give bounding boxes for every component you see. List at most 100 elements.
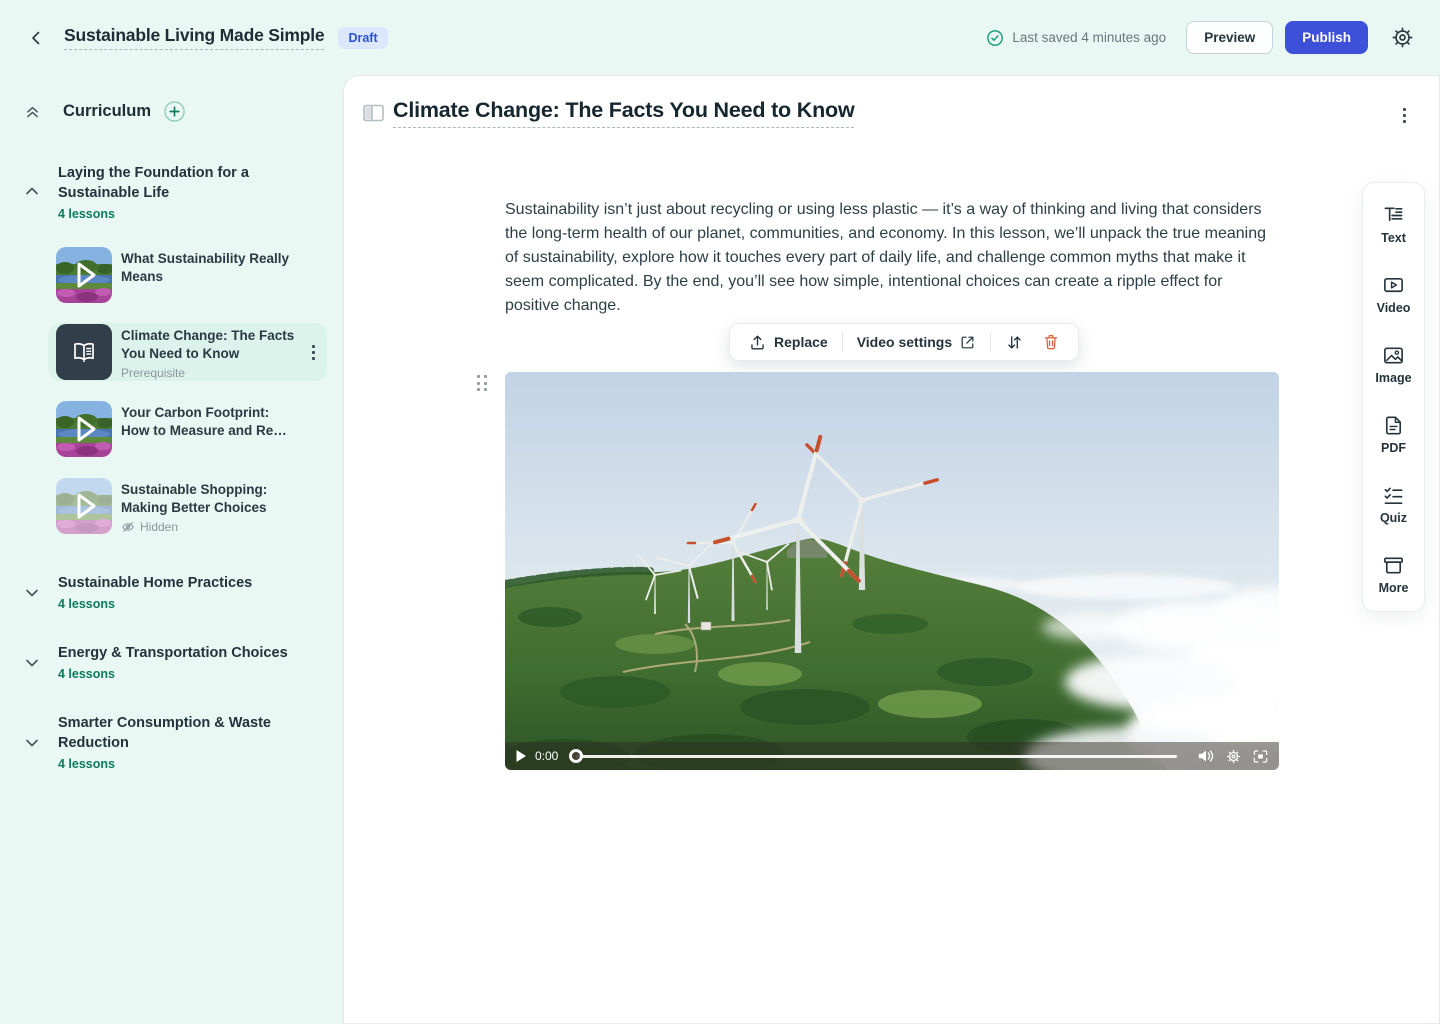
volume-icon[interactable] <box>1197 748 1215 764</box>
lesson-options-button[interactable] <box>308 341 319 364</box>
section-lesson-count: 4 lessons <box>58 757 324 771</box>
add-pdf-block-button[interactable]: PDF <box>1381 414 1406 455</box>
replace-video-button[interactable]: Replace <box>744 333 832 352</box>
palette-label: Video <box>1377 301 1411 315</box>
pdf-block-icon <box>1382 414 1405 437</box>
toolbar-divider <box>842 332 843 352</box>
landscape-thumbnail-image <box>56 401 112 457</box>
lesson-badge: Hidden <box>140 520 178 534</box>
section-header-smarter-consumption[interactable]: Smarter Consumption & Waste Reduction 4 … <box>24 713 324 771</box>
palette-label: More <box>1379 581 1409 595</box>
fullscreen-icon[interactable] <box>1252 749 1269 764</box>
image-block-icon <box>1382 344 1405 367</box>
section-lesson-count: 4 lessons <box>58 597 324 611</box>
palette-label: PDF <box>1381 441 1406 455</box>
section-lesson-count: 4 lessons <box>58 207 324 221</box>
block-drag-handle[interactable] <box>477 375 487 391</box>
video-settings-label: Video settings <box>857 334 952 350</box>
external-link-icon <box>959 334 976 351</box>
move-block-button[interactable] <box>1001 333 1028 352</box>
chevron-down-icon[interactable] <box>24 735 40 751</box>
trash-icon <box>1042 333 1060 351</box>
delete-block-button[interactable] <box>1038 333 1064 351</box>
lesson-title: What Sustainability Really Means <box>121 250 299 286</box>
section-title: Laying the Foundation for a Sustainable … <box>58 163 298 203</box>
reading-lesson-icon-box <box>56 324 112 380</box>
video-settings-gear-icon[interactable] <box>1225 748 1242 765</box>
palette-label: Quiz <box>1380 511 1407 525</box>
open-book-icon <box>71 339 97 365</box>
landscape-thumbnail-image <box>56 247 112 303</box>
section-lesson-count: 4 lessons <box>58 667 324 681</box>
lesson-title: Climate Change: The Facts You Need to Kn… <box>121 327 299 363</box>
curriculum-sidebar: Curriculum Laying the Foundation for a S… <box>0 75 343 1024</box>
lesson-title: Sustainable Shopping: Making Better Choi… <box>121 481 299 517</box>
plus-circle-icon <box>163 100 186 123</box>
video-progress-knob[interactable] <box>569 749 583 763</box>
lesson-video-player[interactable]: 0:00 <box>505 372 1279 770</box>
add-section-button[interactable] <box>163 100 186 123</box>
last-saved-status: Last saved 4 minutes ago <box>986 29 1166 47</box>
more-blocks-button[interactable]: More <box>1379 554 1409 595</box>
quiz-checklist-icon <box>1382 484 1405 507</box>
add-image-block-button[interactable]: Image <box>1375 344 1411 385</box>
course-title[interactable]: Sustainable Living Made Simple <box>64 25 324 50</box>
landscape-thumbnail-image <box>56 478 112 534</box>
chevron-down-icon[interactable] <box>24 585 40 601</box>
toolbar-divider <box>990 332 991 352</box>
eye-off-icon <box>121 520 135 534</box>
collapse-all-button[interactable] <box>24 103 41 120</box>
palette-label: Text <box>1381 231 1406 245</box>
lesson-video-thumbnail <box>56 401 112 457</box>
last-saved-text: Last saved 4 minutes ago <box>1012 30 1166 45</box>
check-circle-icon <box>986 29 1004 47</box>
more-blocks-icon <box>1382 554 1405 577</box>
chevron-up-icon[interactable] <box>24 183 40 199</box>
lesson-item-carbon-footprint[interactable]: Your Carbon Footprint: How to Measure an… <box>56 401 327 457</box>
text-block-icon <box>1382 204 1405 227</box>
chevron-down-icon[interactable] <box>24 655 40 671</box>
lesson-item-what-sustainability[interactable]: What Sustainability Really Means <box>56 247 327 303</box>
back-button[interactable] <box>24 26 48 50</box>
chevron-left-icon <box>28 30 44 46</box>
settings-button[interactable] <box>1390 25 1416 51</box>
play-button[interactable] <box>515 749 527 763</box>
upload-icon <box>748 333 767 352</box>
section-title: Energy & Transportation Choices <box>58 643 298 663</box>
lesson-title: Your Carbon Footprint: How to Measure an… <box>121 404 299 440</box>
add-text-block-button[interactable]: Text <box>1381 204 1406 245</box>
lesson-item-climate-change-selected[interactable]: Climate Change: The Facts You Need to Kn… <box>48 323 327 381</box>
block-palette: Text Video Image PDF <box>1362 182 1425 612</box>
video-block-toolbar: Replace Video settings <box>729 323 1079 361</box>
section-header-energy-transport[interactable]: Energy & Transportation Choices 4 lesson… <box>24 643 324 681</box>
double-chevron-up-icon <box>24 103 41 120</box>
gear-icon <box>1390 25 1415 50</box>
lesson-intro-text-block[interactable]: Sustainability isn’t just about recyclin… <box>505 198 1281 318</box>
section-title: Sustainable Home Practices <box>58 573 298 593</box>
replace-label: Replace <box>774 334 828 350</box>
panel-layout-icon <box>363 104 384 122</box>
palette-label: Image <box>1375 371 1411 385</box>
section-header-foundation[interactable]: Laying the Foundation for a Sustainable … <box>24 163 324 221</box>
curriculum-heading: Curriculum <box>63 102 151 121</box>
video-current-time: 0:00 <box>535 749 558 763</box>
status-badge: Draft <box>338 27 387 49</box>
preview-button[interactable]: Preview <box>1186 21 1273 54</box>
video-block-icon <box>1382 274 1405 297</box>
lesson-item-sustainable-shopping[interactable]: Sustainable Shopping: Making Better Choi… <box>56 478 327 534</box>
publish-button[interactable]: Publish <box>1285 21 1368 54</box>
lesson-title-heading[interactable]: Climate Change: The Facts You Need to Kn… <box>393 98 854 128</box>
lesson-editor-panel: Climate Change: The Facts You Need to Kn… <box>343 75 1440 1024</box>
section-header-home-practices[interactable]: Sustainable Home Practices 4 lessons <box>24 573 324 611</box>
top-header: Sustainable Living Made Simple Draft Las… <box>0 0 1440 75</box>
add-video-block-button[interactable]: Video <box>1377 274 1411 315</box>
toggle-sidebar-button[interactable] <box>363 104 384 122</box>
section-title: Smarter Consumption & Waste Reduction <box>58 713 298 753</box>
lesson-options-button[interactable] <box>1399 104 1410 127</box>
wind-turbines-video-frame <box>505 372 1279 770</box>
add-quiz-block-button[interactable]: Quiz <box>1380 484 1407 525</box>
lesson-video-thumbnail <box>56 478 112 534</box>
video-progress-bar[interactable] <box>576 755 1177 758</box>
video-control-bar: 0:00 <box>505 742 1279 770</box>
video-settings-button[interactable]: Video settings <box>853 334 980 351</box>
